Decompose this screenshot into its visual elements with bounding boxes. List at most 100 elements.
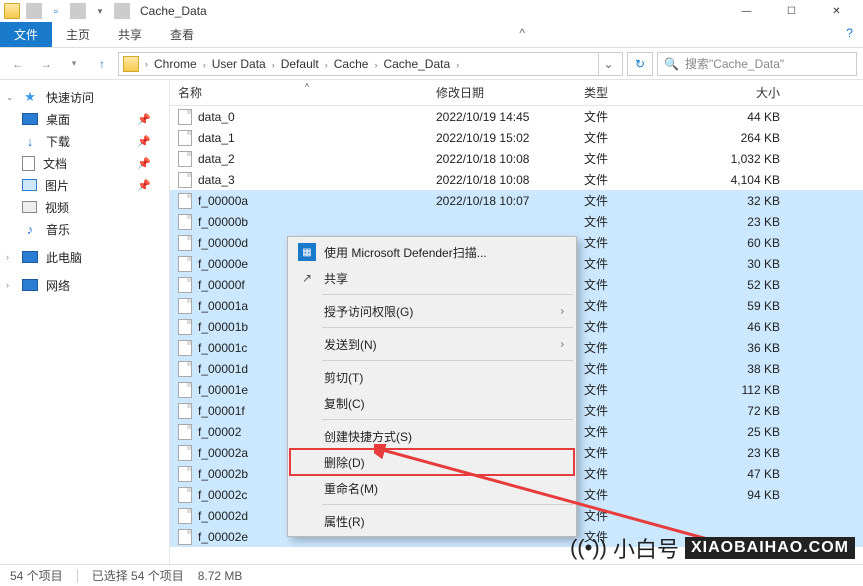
- breadcrumb[interactable]: › Chrome›User Data›Default›Cache›Cache_D…: [118, 52, 623, 76]
- column-headers: 名称˄ 修改日期 类型 大小: [170, 80, 863, 106]
- file-icon: [178, 298, 192, 314]
- sidebar-this-pc[interactable]: ›此电脑: [0, 246, 169, 268]
- nav-back-button[interactable]: ←: [6, 52, 30, 76]
- sidebar-quick-access[interactable]: ⌄ ★ 快速访问: [0, 86, 169, 108]
- search-input[interactable]: 🔍 搜索"Cache_Data": [657, 52, 857, 76]
- sidebar-item-downloads[interactable]: ↓下载📌: [0, 130, 169, 152]
- file-type: 文件: [584, 255, 704, 272]
- breadcrumb-segment[interactable]: Chrome: [150, 57, 201, 71]
- chevron-right-icon[interactable]: ›: [323, 60, 330, 70]
- column-name[interactable]: 名称˄: [178, 84, 436, 101]
- title-bar: ▫ ▾ Cache_Data ― ☐ ✕: [0, 0, 863, 22]
- file-size: 72 KB: [704, 404, 794, 418]
- menu-share[interactable]: ↗共享: [290, 265, 574, 291]
- file-size: 23 KB: [704, 446, 794, 460]
- file-icon: [178, 445, 192, 461]
- sidebar-item-pictures[interactable]: 图片📌: [0, 174, 169, 196]
- table-row[interactable]: data_32022/10/18 10:08文件4,104 KB: [170, 169, 863, 190]
- file-size: 44 KB: [704, 110, 794, 124]
- menu-separator: [322, 419, 573, 420]
- menu-defender[interactable]: ▦使用 Microsoft Defender扫描...: [290, 239, 574, 265]
- sidebar-network[interactable]: ›网络: [0, 274, 169, 296]
- file-name: f_00001b: [198, 320, 248, 334]
- refresh-button[interactable]: ↻: [627, 52, 653, 76]
- table-row[interactable]: data_12022/10/19 15:02文件264 KB: [170, 127, 863, 148]
- file-name: f_00002e: [198, 530, 248, 544]
- status-size: 8.72 MB: [198, 569, 243, 583]
- chevron-right-icon[interactable]: ›: [270, 60, 277, 70]
- chevron-right-icon[interactable]: ›: [143, 59, 150, 69]
- file-type: 文件: [584, 171, 704, 188]
- menu-send-to[interactable]: 发送到(N)›: [290, 331, 574, 357]
- table-row[interactable]: data_02022/10/19 14:45文件44 KB: [170, 106, 863, 127]
- menu-copy[interactable]: 复制(C): [290, 390, 574, 416]
- file-type: 文件: [584, 402, 704, 419]
- sidebar-item-music[interactable]: ♪音乐: [0, 218, 169, 240]
- file-size: 1,032 KB: [704, 152, 794, 166]
- column-type[interactable]: 类型: [584, 84, 704, 101]
- chevron-right-icon: ›: [561, 306, 564, 317]
- menu-grant-access[interactable]: 授予访问权限(G)›: [290, 298, 574, 324]
- sidebar-label: 快速访问: [46, 89, 94, 106]
- file-name: f_00002d: [198, 509, 248, 523]
- menu-delete[interactable]: 删除(D): [290, 449, 574, 475]
- status-total: 54 个项目: [10, 567, 63, 584]
- file-size: 112 KB: [704, 383, 794, 397]
- sort-asc-icon: ˄: [305, 81, 310, 90]
- sidebar-item-videos[interactable]: 视频: [0, 196, 169, 218]
- file-icon: [178, 193, 192, 209]
- file-icon: [178, 109, 192, 125]
- file-icon: [178, 466, 192, 482]
- chevron-right-icon[interactable]: ›: [201, 60, 208, 70]
- file-type: 文件: [584, 297, 704, 314]
- qat-save-icon[interactable]: ▫: [48, 3, 64, 19]
- watermark-logo: ((•)) 小白号 XIAOBAIHAO.COM: [570, 532, 855, 564]
- breadcrumb-segment[interactable]: Cache: [330, 57, 373, 71]
- sidebar-item-desktop[interactable]: 桌面📌: [0, 108, 169, 130]
- menu-cut[interactable]: 剪切(T): [290, 364, 574, 390]
- picture-icon: [22, 179, 37, 191]
- close-button[interactable]: ✕: [814, 0, 859, 22]
- ribbon-toggle-icon[interactable]: ^: [509, 22, 535, 47]
- file-icon: [178, 151, 192, 167]
- file-name: f_00002: [198, 425, 241, 439]
- menu-rename[interactable]: 重命名(M): [290, 475, 574, 501]
- file-type: 文件: [584, 276, 704, 293]
- breadcrumb-drop[interactable]: ⌄: [598, 53, 618, 75]
- status-selected: 已选择 54 个项目: [92, 567, 184, 584]
- file-icon: [178, 361, 192, 377]
- file-size: 4,104 KB: [704, 173, 794, 187]
- nav-forward-button[interactable]: →: [34, 52, 58, 76]
- chevron-right-icon: ›: [6, 280, 9, 290]
- column-date[interactable]: 修改日期: [436, 84, 584, 101]
- tab-share[interactable]: 共享: [104, 22, 156, 47]
- tab-home[interactable]: 主页: [52, 22, 104, 47]
- shield-icon: ▦: [298, 243, 316, 261]
- breadcrumb-segment[interactable]: Default: [277, 57, 323, 71]
- file-name: f_00001e: [198, 383, 248, 397]
- table-row[interactable]: f_00000a2022/10/18 10:07文件32 KB: [170, 190, 863, 211]
- breadcrumb-segment[interactable]: User Data: [208, 57, 270, 71]
- table-row[interactable]: data_22022/10/18 10:08文件1,032 KB: [170, 148, 863, 169]
- nav-up-button[interactable]: ↑: [90, 52, 114, 76]
- menu-properties[interactable]: 属性(R): [290, 508, 574, 534]
- search-placeholder: 搜索"Cache_Data": [685, 55, 784, 72]
- tab-view[interactable]: 查看: [156, 22, 208, 47]
- sidebar-item-documents[interactable]: 文档📌: [0, 152, 169, 174]
- table-row[interactable]: f_00000b文件23 KB: [170, 211, 863, 232]
- file-type: 文件: [584, 192, 704, 209]
- column-size[interactable]: 大小: [704, 84, 794, 101]
- file-type: 文件: [584, 465, 704, 482]
- file-name: f_00000f: [198, 278, 245, 292]
- minimize-button[interactable]: ―: [724, 0, 769, 22]
- ribbon-help-icon[interactable]: ?: [836, 22, 863, 47]
- nav-recent-drop[interactable]: ▾: [62, 52, 86, 76]
- breadcrumb-segment[interactable]: Cache_Data: [379, 57, 454, 71]
- tab-file[interactable]: 文件: [0, 22, 52, 47]
- file-size: 47 KB: [704, 467, 794, 481]
- qat-drop-icon[interactable]: ▾: [92, 3, 108, 19]
- menu-shortcut[interactable]: 创建快捷方式(S): [290, 423, 574, 449]
- maximize-button[interactable]: ☐: [769, 0, 814, 22]
- chevron-right-icon[interactable]: ›: [454, 60, 461, 70]
- file-icon: [178, 256, 192, 272]
